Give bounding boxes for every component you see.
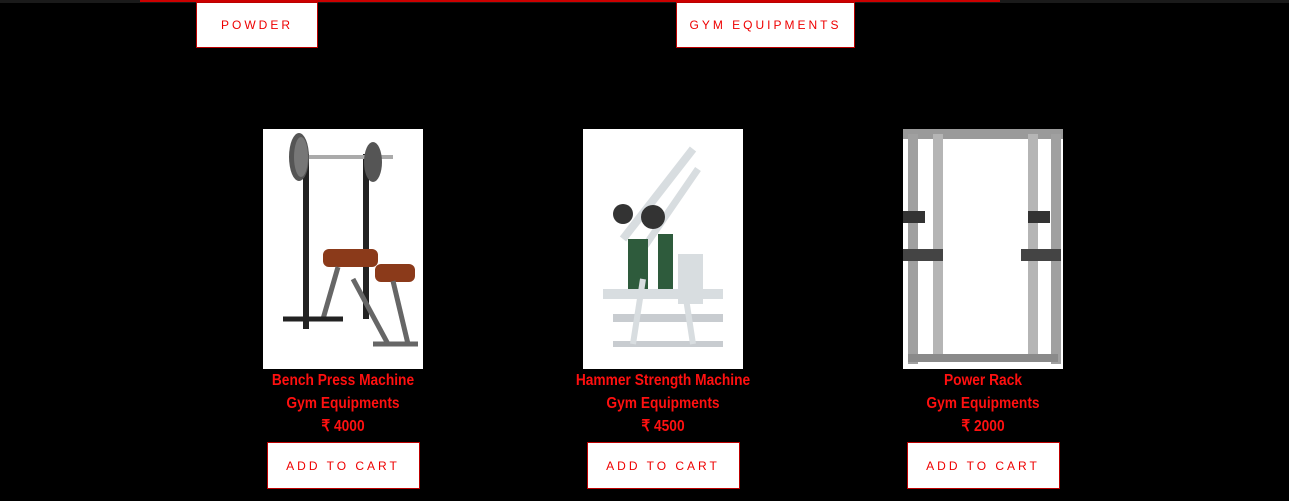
bench-press-machine-image: [283, 133, 418, 347]
add-to-cart-button[interactable]: ADD TO CART: [266, 442, 420, 489]
power-rack-image: [903, 129, 1063, 364]
product-name[interactable]: Bench Press Machine: [205, 369, 480, 392]
category-button-gym-equipments[interactable]: GYM EQUIPMENTS: [676, 2, 855, 48]
category-button-powder[interactable]: POWDER: [196, 2, 318, 48]
product-card: Hammer Strength Machine Gym Equipments ₹…: [503, 129, 823, 489]
product-image[interactable]: [583, 129, 743, 369]
product-price: ₹ 4500: [641, 418, 685, 435]
add-to-cart-button[interactable]: ADD TO CART: [906, 442, 1060, 489]
hero-banner-edge: [0, 0, 1289, 3]
product-name[interactable]: Power Rack: [845, 369, 1120, 392]
hammer-strength-machine-image: [603, 146, 723, 347]
product-category: Gym Equipments: [606, 395, 720, 412]
product-name[interactable]: Hammer Strength Machine: [525, 369, 800, 392]
product-card: Bench Press Machine Gym Equipments ₹ 400…: [183, 129, 503, 489]
product-category: Gym Equipments: [926, 395, 1040, 412]
product-price: ₹ 4000: [321, 418, 365, 435]
product-category: Gym Equipments: [286, 395, 400, 412]
product-price: ₹ 2000: [961, 418, 1005, 435]
product-image[interactable]: [903, 129, 1063, 369]
product-card: Power Rack Gym Equipments ₹ 2000 ADD TO …: [823, 129, 1143, 489]
add-to-cart-button[interactable]: ADD TO CART: [586, 442, 740, 489]
product-image[interactable]: [263, 129, 423, 369]
